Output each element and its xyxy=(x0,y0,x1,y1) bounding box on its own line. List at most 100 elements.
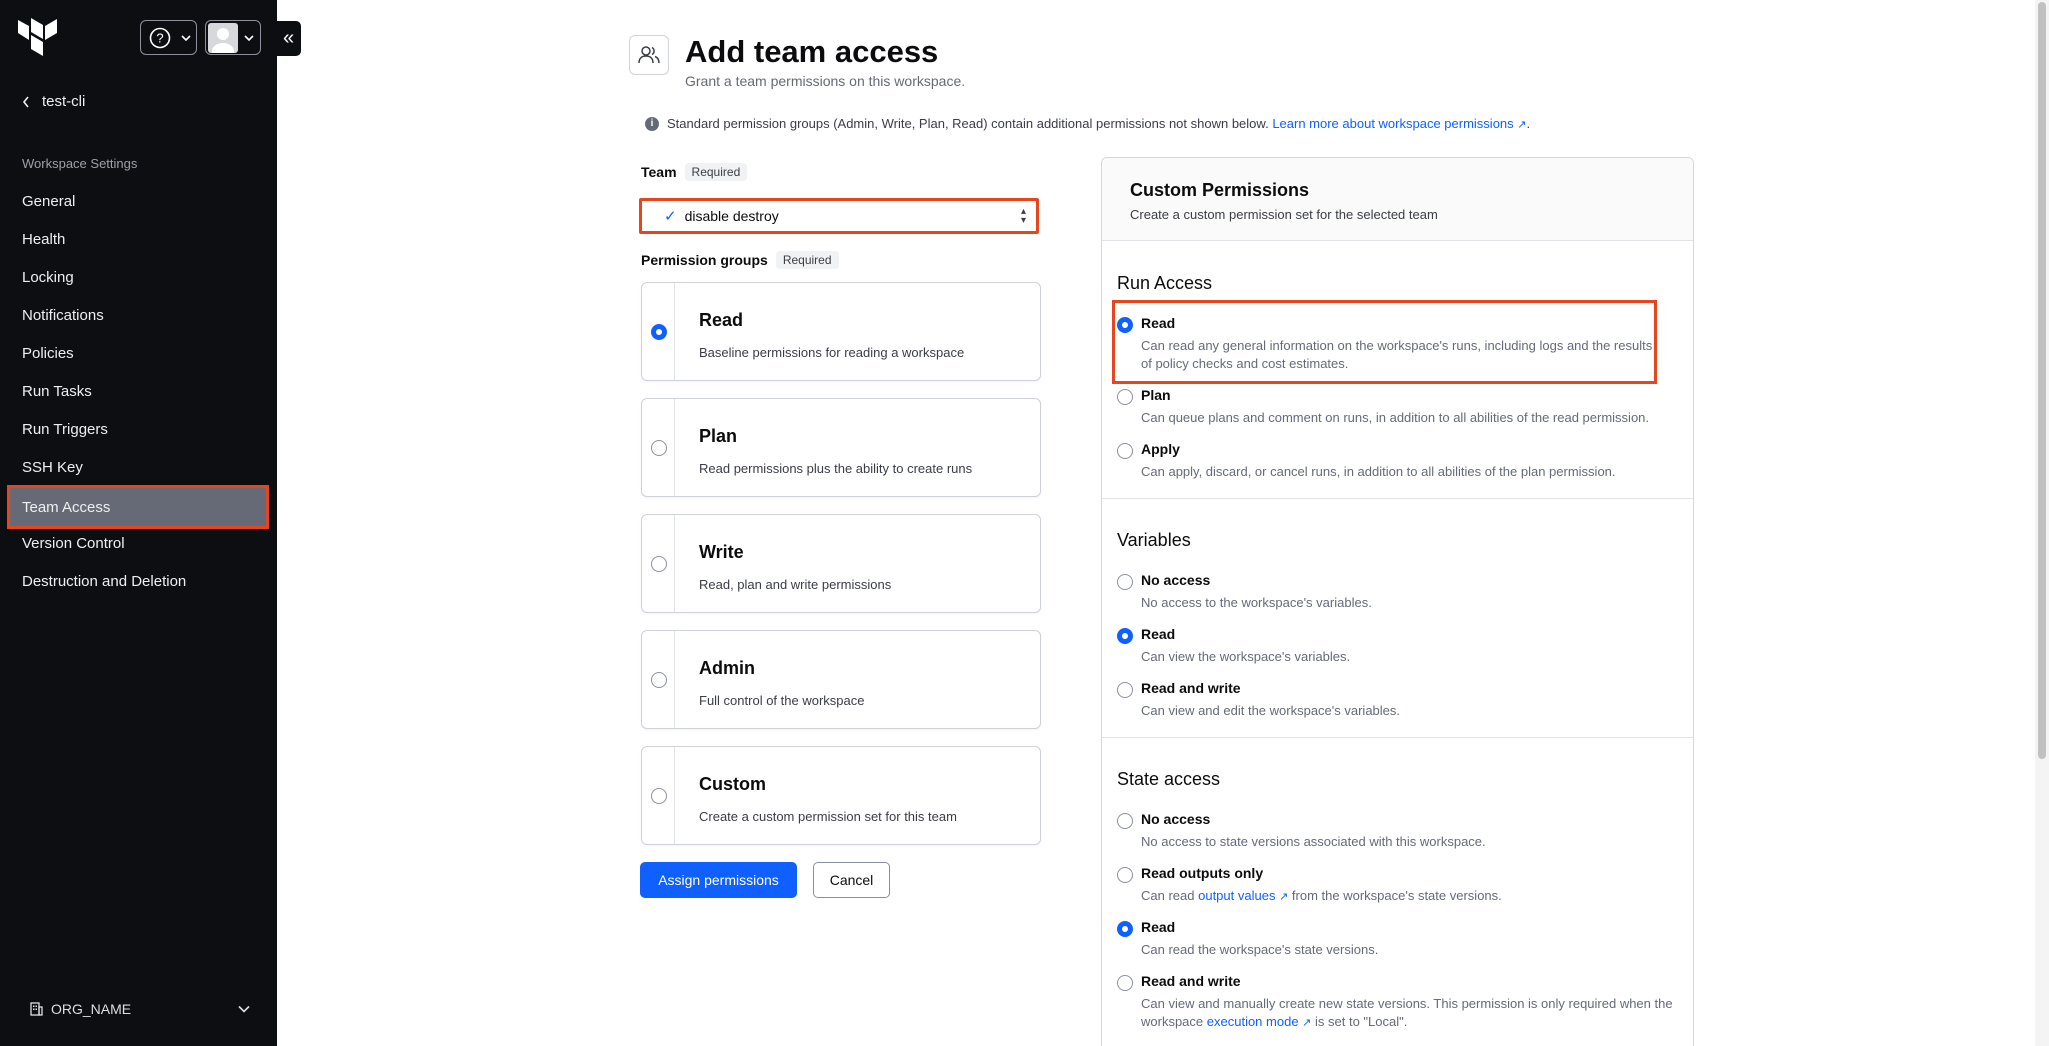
external-link-icon: ↗ xyxy=(1302,1017,1312,1029)
permission-card-admin[interactable]: Admin Full control of the workspace xyxy=(641,630,1041,729)
users-icon xyxy=(638,46,660,64)
org-switcher[interactable]: ORG_NAME xyxy=(30,1001,250,1017)
required-badge: Required xyxy=(775,251,839,269)
divider xyxy=(1102,498,1693,499)
radio-variables-no-access[interactable] xyxy=(1117,574,1133,590)
svg-text:?: ? xyxy=(156,30,163,45)
permission-card-title: Admin xyxy=(699,658,755,678)
sidebar-item-health[interactable]: Health xyxy=(10,220,266,258)
execution-mode-link[interactable]: execution mode ↗ xyxy=(1207,1014,1312,1029)
org-name: ORG_NAME xyxy=(51,1001,132,1017)
permission-card-read[interactable]: Read Baseline permissions for reading a … xyxy=(641,282,1041,381)
permission-card-desc: Read permissions plus the ability to cre… xyxy=(699,461,973,476)
output-values-link[interactable]: output values ↗ xyxy=(1198,888,1288,903)
radio-run-read[interactable] xyxy=(1117,317,1133,333)
run-access-title: Run Access xyxy=(1117,273,1213,293)
option-desc: Can view the workspace's variables. xyxy=(1141,649,1351,664)
team-label-row: Team Required xyxy=(641,163,748,181)
option-desc: Can read the workspace's state versions. xyxy=(1141,942,1379,957)
radio-plan[interactable] xyxy=(651,440,667,456)
radio-run-plan[interactable] xyxy=(1117,389,1133,405)
permission-card-custom[interactable]: Custom Create a custom permission set fo… xyxy=(641,746,1041,845)
state-access-title: State access xyxy=(1117,769,1221,789)
radio-variables-read[interactable] xyxy=(1117,628,1133,644)
option-title: Read xyxy=(1141,315,1176,331)
back-to-workspace-link[interactable]: test-cli xyxy=(22,93,85,110)
radio-state-read-outputs[interactable] xyxy=(1117,867,1133,883)
permission-groups-label: Permission groups xyxy=(641,252,768,268)
team-icon-wrapper xyxy=(629,35,669,75)
option-title: Read outputs only xyxy=(1141,865,1264,881)
sidebar-item-destruction-and-deletion[interactable]: Destruction and Deletion xyxy=(10,562,266,600)
sidebar-item-locking[interactable]: Locking xyxy=(10,258,266,296)
radio-state-read[interactable] xyxy=(1117,921,1133,937)
radio-state-read-write[interactable] xyxy=(1117,975,1133,991)
chevron-down-icon xyxy=(238,1005,250,1013)
permission-card-write[interactable]: Write Read, plan and write permissions xyxy=(641,514,1041,613)
permission-card-desc: Read, plan and write permissions xyxy=(699,577,892,592)
option-desc: Can queue plans and comment on runs, in … xyxy=(1141,410,1650,425)
option-desc: Can read output values ↗ from the worksp… xyxy=(1141,887,1681,906)
sidebar-item-run-triggers[interactable]: Run Triggers xyxy=(10,410,266,448)
option-title: Read and write xyxy=(1141,973,1241,989)
permission-card-desc: Baseline permissions for reading a works… xyxy=(699,345,965,360)
option-title: Apply xyxy=(1141,441,1180,457)
radio-custom[interactable] xyxy=(651,788,667,804)
sidebar-item-run-tasks[interactable]: Run Tasks xyxy=(10,372,266,410)
variables-title: Variables xyxy=(1117,530,1191,550)
learn-more-link[interactable]: Learn more about workspace permissions ↗ xyxy=(1272,116,1526,131)
info-icon: i xyxy=(645,116,659,131)
help-icon: ? xyxy=(149,27,171,48)
sidebar-item-team-access[interactable]: Team Access xyxy=(7,485,269,529)
cancel-button[interactable]: Cancel xyxy=(813,862,890,898)
main-content: Add team access Grant a team permissions… xyxy=(277,0,2049,1046)
sidebar-item-ssh-key[interactable]: SSH Key xyxy=(10,448,266,486)
option-desc: No access to state versions associated w… xyxy=(1141,834,1486,849)
team-label: Team xyxy=(641,164,677,180)
page-title: Add team access xyxy=(685,34,939,69)
sidebar-item-policies[interactable]: Policies xyxy=(10,334,266,372)
custom-permissions-panel: Custom Permissions Create a custom permi… xyxy=(1101,157,1694,1046)
check-icon: ✓ xyxy=(664,208,677,225)
avatar xyxy=(208,22,238,53)
sidebar: ? test-cli Workspace Settings General He… xyxy=(0,0,277,1046)
radio-read[interactable] xyxy=(651,324,667,340)
user-menu-button[interactable] xyxy=(205,20,261,55)
team-select[interactable]: ✓ disable destroy ▴ ▾ xyxy=(639,198,1039,234)
info-notice: i Standard permission groups (Admin, Wri… xyxy=(645,116,1530,131)
page-scrollbar[interactable] xyxy=(2035,0,2049,1046)
building-icon xyxy=(30,1002,43,1016)
external-link-icon: ↗ xyxy=(1517,119,1527,131)
custom-permissions-header: Custom Permissions Create a custom permi… xyxy=(1102,158,1693,241)
custom-permissions-subtitle: Create a custom permission set for the s… xyxy=(1130,207,1438,222)
info-text: Standard permission groups (Admin, Write… xyxy=(667,116,1269,131)
custom-permissions-title: Custom Permissions xyxy=(1130,180,1310,200)
permission-card-plan[interactable]: Plan Read permissions plus the ability t… xyxy=(641,398,1041,497)
radio-variables-read-write[interactable] xyxy=(1117,682,1133,698)
option-title: Read xyxy=(1141,626,1176,642)
team-select-value: disable destroy xyxy=(684,208,779,224)
permission-card-title: Read xyxy=(699,310,744,330)
assign-permissions-button[interactable]: Assign permissions xyxy=(640,862,797,898)
terraform-logo-icon[interactable] xyxy=(18,18,58,60)
sidebar-item-notifications[interactable]: Notifications xyxy=(10,296,266,334)
help-menu-button[interactable]: ? xyxy=(140,20,197,55)
option-title: Read and write xyxy=(1141,680,1241,696)
permission-card-title: Custom xyxy=(699,774,766,794)
option-desc: Can read any general information on the … xyxy=(1141,338,1653,371)
required-badge: Required xyxy=(684,163,748,181)
sidebar-item-version-control[interactable]: Version Control xyxy=(10,524,266,562)
option-desc: Can apply, discard, or cancel runs, in a… xyxy=(1141,464,1616,479)
radio-state-no-access[interactable] xyxy=(1117,813,1133,829)
chevron-left-icon xyxy=(22,96,29,107)
workspace-name: test-cli xyxy=(42,93,86,110)
radio-admin[interactable] xyxy=(651,672,667,688)
page-subtitle: Grant a team permissions on this workspa… xyxy=(685,73,966,89)
scrollbar-thumb[interactable] xyxy=(2038,2,2046,759)
select-arrows-icon: ▴ ▾ xyxy=(1020,206,1026,226)
permission-card-desc: Full control of the workspace xyxy=(699,693,865,708)
radio-write[interactable] xyxy=(651,556,667,572)
sidebar-item-general[interactable]: General xyxy=(10,182,266,220)
external-link-icon: ↗ xyxy=(1279,891,1289,903)
radio-run-apply[interactable] xyxy=(1117,443,1133,459)
